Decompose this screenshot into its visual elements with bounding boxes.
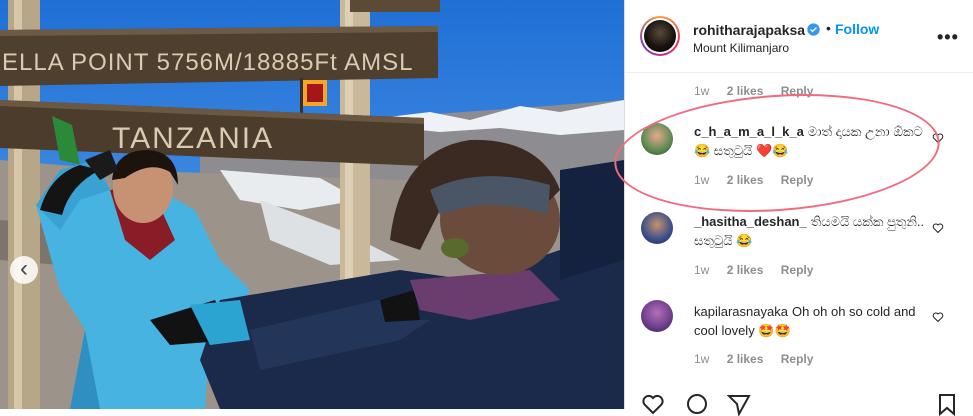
chevron-left-icon: ‹ xyxy=(20,254,28,282)
comment-time[interactable]: 1w xyxy=(694,352,709,366)
like-heart-icon[interactable] xyxy=(932,222,944,234)
like-icon[interactable] xyxy=(641,392,665,416)
comment-time[interactable]: 1w xyxy=(694,173,709,187)
reply-button[interactable]: Reply xyxy=(781,84,814,98)
share-icon[interactable] xyxy=(727,392,751,416)
like-heart-icon[interactable] xyxy=(932,132,944,144)
comment-text: c_h_a_m_a_l_k_a මාත් දායක උනා ඕකට 😂 සතුටු… xyxy=(694,122,934,160)
comment-avatar[interactable] xyxy=(641,300,673,332)
save-icon[interactable] xyxy=(935,392,959,416)
post-photo[interactable]: ELLA POINT 5756M/18885Ft AMSL TANZANIA ‹ xyxy=(0,0,624,409)
comment-avatar[interactable] xyxy=(641,123,673,155)
comment-meta: 1w 2 likes Reply xyxy=(694,352,827,366)
post-sidebar: rohitharajapaksa • Follow Mount Kilimanj… xyxy=(624,0,973,416)
comment-time[interactable]: 1w xyxy=(694,84,709,98)
comment-username[interactable]: _hasitha_deshan_ xyxy=(694,214,807,229)
comment-likes[interactable]: 2 likes xyxy=(727,263,764,277)
action-bar xyxy=(641,392,971,416)
more-options-icon[interactable]: ••• xyxy=(937,27,959,48)
comment-text: kapilarasnayaka Oh oh oh so cold and cool… xyxy=(694,302,934,340)
post-image: ELLA POINT 5756M/18885Ft AMSL TANZANIA xyxy=(0,0,624,409)
comment-meta: 1w 2 likes Reply xyxy=(694,84,827,98)
comment-time[interactable]: 1w xyxy=(694,263,709,277)
comment-likes[interactable]: 2 likes xyxy=(727,84,764,98)
reply-button[interactable]: Reply xyxy=(781,263,814,277)
comment-username[interactable]: c_h_a_m_a_l_k_a xyxy=(694,124,804,139)
carousel-prev-button[interactable]: ‹ xyxy=(10,256,38,284)
comment-likes[interactable]: 2 likes xyxy=(727,352,764,366)
comment-meta: 1w 2 likes Reply xyxy=(694,263,827,277)
avatar[interactable] xyxy=(640,16,680,56)
comment-icon[interactable] xyxy=(685,392,709,416)
verified-badge-icon xyxy=(807,23,820,36)
post-username[interactable]: rohitharajapaksa xyxy=(693,22,805,38)
reply-button[interactable]: Reply xyxy=(781,173,814,187)
comment-meta: 1w 2 likes Reply xyxy=(694,173,827,187)
follow-button[interactable]: Follow xyxy=(835,21,879,37)
comment-text: _hasitha_deshan_ තියමයි යක්ක පුතුනි.. සතු… xyxy=(694,212,934,250)
post-header: rohitharajapaksa • Follow Mount Kilimanj… xyxy=(625,0,973,73)
comment-avatar[interactable] xyxy=(641,212,673,244)
comment-likes[interactable]: 2 likes xyxy=(727,173,764,187)
sign-top-text: ELLA POINT 5756M/18885Ft AMSL xyxy=(2,49,413,76)
like-heart-icon[interactable] xyxy=(932,311,944,323)
post-location[interactable]: Mount Kilimanjaro xyxy=(693,41,789,55)
reply-button[interactable]: Reply xyxy=(781,352,814,366)
sign-mid-text: TANZANIA xyxy=(112,122,274,155)
comment-username[interactable]: kapilarasnayaka xyxy=(694,304,788,319)
separator-dot: • xyxy=(826,20,831,36)
